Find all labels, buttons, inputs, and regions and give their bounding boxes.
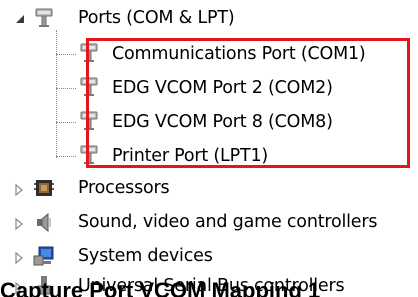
collapsed-arrow-icon[interactable] bbox=[12, 183, 26, 197]
tree-item-sound-video-game[interactable]: Sound, video and game controllers bbox=[0, 206, 418, 240]
tree-item-label: System devices bbox=[78, 246, 213, 266]
tree-item-label: Sound, video and game controllers bbox=[78, 212, 378, 232]
speaker-icon bbox=[37, 212, 51, 233]
tree-item-system-devices[interactable]: System devices bbox=[0, 240, 418, 274]
tree-item-label: Processors bbox=[78, 178, 170, 198]
tree-item-processors[interactable]: Processors bbox=[0, 172, 418, 206]
system-devices-icon bbox=[33, 246, 54, 266]
expanded-arrow-icon[interactable] bbox=[14, 12, 28, 26]
collapsed-arrow-icon[interactable] bbox=[12, 217, 26, 231]
highlight-box bbox=[86, 38, 410, 168]
device-manager-tree: Ports (COM & LPT) Communications Port (C… bbox=[0, 0, 418, 297]
caption-text: Capture Port VCOM Mapping 1 bbox=[0, 278, 321, 297]
tree-item-ports[interactable]: Ports (COM & LPT) bbox=[0, 2, 418, 36]
port-connector-icon bbox=[35, 8, 53, 27]
tree-item-label: Ports (COM & LPT) bbox=[78, 8, 235, 28]
collapsed-arrow-icon[interactable] bbox=[12, 251, 26, 265]
processor-chip-icon bbox=[34, 180, 54, 196]
